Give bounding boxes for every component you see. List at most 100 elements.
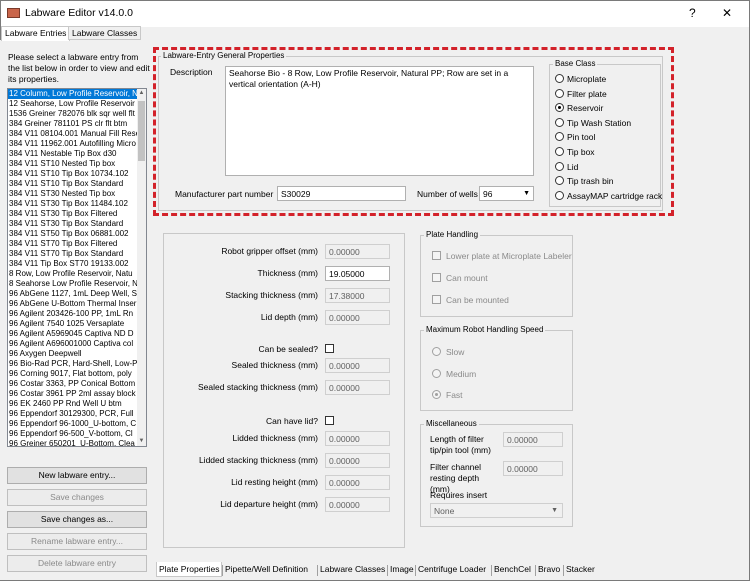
scroll-up-icon[interactable]: ▲ <box>137 89 146 98</box>
bottom-tab[interactable]: Stacker <box>564 562 597 577</box>
list-item[interactable]: 12 Column, Low Profile Reservoir, N <box>8 89 139 99</box>
can-be-mounted-checkbox[interactable] <box>432 295 441 304</box>
stacking-thickness-field[interactable]: 17.38000 <box>325 288 390 303</box>
list-item[interactable]: 96 Axygen Deepwell <box>8 349 139 359</box>
list-item[interactable]: 96 Eppendorf 30129300, PCR, Full <box>8 409 139 419</box>
list-item[interactable]: 384 V11 08104.001 Manual Fill Reser <box>8 129 139 139</box>
list-item[interactable]: 384 V11 11962.001 Autofilling Micro <box>8 139 139 149</box>
sealed-stacking-label: Sealed stacking thickness (mm) <box>198 382 318 392</box>
speed-fast-radio[interactable] <box>432 390 441 399</box>
bottom-tab[interactable]: Centrifuge Loader <box>416 562 488 577</box>
list-item[interactable]: 384 V11 ST30 Tip Box Filtered <box>8 209 139 219</box>
save-as-button[interactable]: Save changes as... <box>7 511 147 528</box>
tab-separator <box>491 565 492 576</box>
lidded-stacking-label: Lidded stacking thickness (mm) <box>198 455 318 465</box>
sealed-thickness-label: Sealed thickness (mm) <box>231 360 318 370</box>
can-be-sealed-checkbox[interactable] <box>325 344 334 353</box>
labware-entry-list[interactable]: 12 Column, Low Profile Reservoir, N 12 Se… <box>7 88 147 447</box>
lidded-thickness-field[interactable]: 0.00000 <box>325 431 390 446</box>
list-item[interactable]: 96 Bio-Rad PCR, Hard-Shell, Low-P <box>8 359 139 369</box>
title-bar: Labware Editor v14.0.0 ? ✕ <box>1 1 749 27</box>
list-item[interactable]: 384 V11 Tip Box ST70 19133.002 <box>8 259 139 269</box>
list-item[interactable]: 96 Eppendorf 96-500_V-bottom, Cl <box>8 429 139 439</box>
speed-slow-radio[interactable] <box>432 347 441 356</box>
bottom-tab[interactable]: BenchCel <box>492 562 533 577</box>
list-item[interactable]: 384 V11 ST70 Tip Box Standard <box>8 249 139 259</box>
bottom-tab[interactable]: Plate Properties <box>156 562 223 577</box>
scroll-thumb[interactable] <box>138 101 145 161</box>
list-item[interactable]: 384 V11 ST30 Tip Box Standard <box>8 219 139 229</box>
speed-slow-label: Slow <box>446 347 465 357</box>
list-item[interactable]: 384 V11 ST10 Tip Box Standard <box>8 179 139 189</box>
plate-handling-title: Plate Handling <box>424 230 481 239</box>
list-item[interactable]: 96 Agilent A696001000 Captiva col <box>8 339 139 349</box>
lid-resting-field[interactable]: 0.00000 <box>325 475 390 490</box>
list-item[interactable]: 384 V11 ST50 Tip Box 06881.002 <box>8 229 139 239</box>
save-button[interactable]: Save changes <box>7 489 147 506</box>
list-item[interactable]: 96 Corning 9017, Flat bottom, poly <box>8 369 139 379</box>
bottom-tab[interactable]: Bravo <box>536 562 562 577</box>
tab-labware-entries[interactable]: Labware Entries <box>1 26 71 41</box>
can-mount-checkbox[interactable] <box>432 273 441 282</box>
chevron-down-icon: ▼ <box>551 507 558 514</box>
list-item[interactable]: 384 V11 ST10 Nested Tip box <box>8 159 139 169</box>
gripper-offset-field[interactable]: 0.00000 <box>325 244 390 259</box>
speed-medium-label: Medium <box>446 369 477 379</box>
rename-button[interactable]: Rename labware entry... <box>7 533 147 550</box>
sealed-thickness-field[interactable]: 0.00000 <box>325 358 390 373</box>
close-icon[interactable]: ✕ <box>722 6 732 20</box>
list-item[interactable]: 1536 Greiner 782076 blk sqr well flt <box>8 109 139 119</box>
thickness-field[interactable]: 19.05000 <box>325 266 390 281</box>
list-scrollbar[interactable]: ▲ ▼ <box>137 89 146 446</box>
bottom-tab[interactable]: Labware Classes <box>318 562 387 577</box>
can-have-lid-checkbox[interactable] <box>325 416 334 425</box>
delete-button[interactable]: Delete labware entry <box>7 555 147 572</box>
requires-insert-select[interactable]: None ▼ <box>430 503 563 518</box>
scroll-down-icon[interactable]: ▼ <box>137 437 146 446</box>
help-button[interactable]: ? <box>689 6 696 20</box>
filter-length-field[interactable]: 0.00000 <box>503 432 563 447</box>
list-item[interactable]: 96 EK 2460 PP Rnd Well U btm <box>8 399 139 409</box>
list-item[interactable]: 96 Agilent 7540 1025 Versaplate <box>8 319 139 329</box>
can-have-lid-label: Can have lid? <box>266 416 318 426</box>
lid-depth-field[interactable]: 0.00000 <box>325 310 390 325</box>
list-item[interactable]: 384 V11 ST30 Tip Box 11484.102 <box>8 199 139 209</box>
instructions: Please select a labware entry from the l… <box>8 52 150 84</box>
lower-plate-label: Lower plate at Microplate Labeler <box>446 251 572 261</box>
stacking-thickness-label: Stacking thickness (mm) <box>225 290 318 300</box>
tab-labware-classes[interactable]: Labware Classes <box>68 26 142 40</box>
list-item[interactable]: 12 Seahorse, Low Profile Reservoir <box>8 99 139 109</box>
app-icon <box>7 8 20 18</box>
requires-insert-value: None <box>434 506 455 516</box>
list-item[interactable]: 384 V11 ST70 Tip Box Filtered <box>8 239 139 249</box>
list-item[interactable]: 384 V11 ST30 Nested Tip box <box>8 189 139 199</box>
bottom-tab[interactable]: Pipette/Well Definition <box>223 562 310 577</box>
list-item[interactable]: 96 Costar 3363, PP Conical Bottom <box>8 379 139 389</box>
thickness-label: Thickness (mm) <box>257 268 318 278</box>
list-item[interactable]: 96 AbGene 1127, 1mL Deep Well, S <box>8 289 139 299</box>
list-item[interactable]: 96 Agilent A5969045 Captiva ND D <box>8 329 139 339</box>
highlight-annotation <box>153 47 674 216</box>
list-item[interactable]: 384 V11 ST10 Tip Box 10734.102 <box>8 169 139 179</box>
list-item[interactable]: 96 Costar 3961 PP 2ml assay block <box>8 389 139 399</box>
list-item[interactable]: 384 Greiner 781101 PS clr flt btm <box>8 119 139 129</box>
new-labware-button[interactable]: New labware entry... <box>7 467 147 484</box>
sealed-stacking-field[interactable]: 0.00000 <box>325 380 390 395</box>
list-item[interactable]: 8 Row, Low Profile Reservoir, Natu <box>8 269 139 279</box>
lower-plate-checkbox[interactable] <box>432 251 441 260</box>
list-item[interactable]: 384 V11 Nestable Tip Box d30 <box>8 149 139 159</box>
window-title: Labware Editor v14.0.0 <box>25 7 133 19</box>
list-item[interactable]: 96 Eppendorf 96-1000_U-bottom, C <box>8 419 139 429</box>
list-item[interactable]: 96 Agilent 203426-100 PP, 1mL Rn <box>8 309 139 319</box>
lidded-thickness-label: Lidded thickness (mm) <box>232 433 318 443</box>
list-item[interactable]: 96 Greiner 650201_U-Bottom, Clea <box>8 439 139 446</box>
speed-fast-label: Fast <box>446 390 463 400</box>
bottom-tab[interactable]: Image <box>388 562 416 577</box>
list-item[interactable]: 8 Seahorse Low Profile Reservoir, N <box>8 279 139 289</box>
speed-medium-radio[interactable] <box>432 369 441 378</box>
filter-channel-field[interactable]: 0.00000 <box>503 461 563 476</box>
speed-group <box>420 330 573 411</box>
lid-departure-field[interactable]: 0.00000 <box>325 497 390 512</box>
lidded-stacking-field[interactable]: 0.00000 <box>325 453 390 468</box>
list-item[interactable]: 96 AbGene U-Bottom Thermal Inser <box>8 299 139 309</box>
